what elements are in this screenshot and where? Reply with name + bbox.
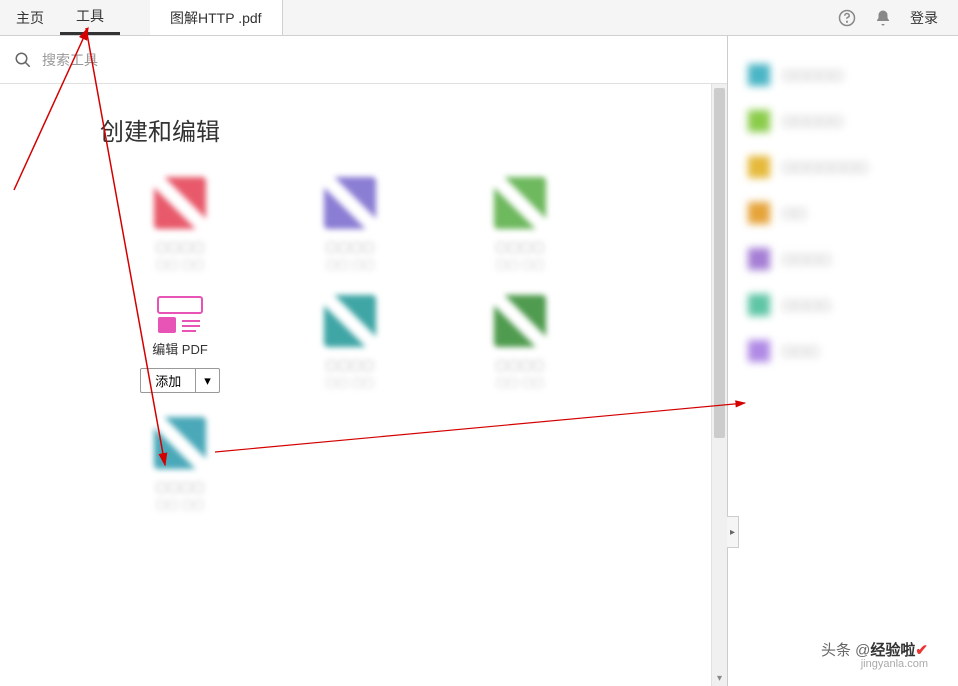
add-button[interactable]: 添加 (141, 369, 196, 392)
sidebar-item[interactable]: ▢▢▢ (748, 340, 938, 362)
notifications-icon[interactable] (874, 9, 892, 27)
sidebar-item[interactable]: ▢▢▢▢ (748, 294, 938, 316)
left-area: 创建和编辑 ▢▢▢▢ ▢▢ ▢▢ ▢▢▢▢ ▢▢ ▢▢ ▢▢▢▢ ▢▢ ▢▢ (0, 36, 728, 686)
search-icon (14, 51, 32, 69)
chevron-right-icon: ▸ (730, 527, 735, 538)
tool-label: 编辑 PDF (152, 339, 208, 358)
right-panel: ▸ ▢▢▢▢▢ ▢▢▢▢▢ ▢▢▢▢▢▢▢ ▢▢ ▢▢▢▢ ▢▢▢▢ ▢▢▢ (728, 36, 958, 686)
header-right: 登录 (838, 0, 958, 35)
tool-grid: ▢▢▢▢ ▢▢ ▢▢ ▢▢▢▢ ▢▢ ▢▢ ▢▢▢▢ ▢▢ ▢▢ (100, 177, 687, 511)
watermark: 头条 @经验啦✔ jingyanla.com (821, 639, 928, 670)
tool-item[interactable]: ▢▢▢▢ ▢▢ ▢▢ (100, 177, 260, 271)
tool-item[interactable]: ▢▢▢▢ ▢▢ ▢▢ (270, 177, 430, 271)
top-bar: 主页 工具 图解HTTP .pdf 登录 (0, 0, 958, 36)
scrollbar-thumb[interactable] (714, 88, 725, 438)
search-input[interactable] (42, 52, 713, 68)
tab-document[interactable]: 图解HTTP .pdf (150, 0, 283, 35)
chevron-down-icon: ▾ (204, 373, 211, 389)
sidebar-item[interactable]: ▢▢▢▢▢ (748, 64, 938, 86)
collapse-handle[interactable]: ▸ (727, 516, 739, 548)
tool-edit-pdf[interactable]: 编辑 PDF 添加 ▾ (100, 295, 260, 393)
tool-item[interactable]: ▢▢▢▢ ▢▢ ▢▢ (270, 295, 430, 393)
add-dropdown[interactable]: ▾ (196, 369, 219, 392)
sidebar-item[interactable]: ▢▢ (748, 202, 938, 224)
search-bar (0, 36, 727, 84)
scrollbar[interactable]: ▴ ▾ (711, 84, 727, 686)
tool-item[interactable]: ▢▢▢▢ ▢▢ ▢▢ (100, 417, 260, 511)
tool-item[interactable]: ▢▢▢▢ ▢▢ ▢▢ (440, 295, 600, 393)
sidebar-item[interactable]: ▢▢▢▢ (748, 248, 938, 270)
tool-item[interactable]: ▢▢▢▢ ▢▢ ▢▢ (440, 177, 600, 271)
help-icon[interactable] (838, 9, 856, 27)
main: 创建和编辑 ▢▢▢▢ ▢▢ ▢▢ ▢▢▢▢ ▢▢ ▢▢ ▢▢▢▢ ▢▢ ▢▢ (0, 36, 958, 686)
login-link[interactable]: 登录 (910, 8, 938, 28)
edit-pdf-icon (156, 295, 204, 335)
add-button-group: 添加 ▾ (140, 368, 220, 393)
tab-home[interactable]: 主页 (0, 0, 60, 35)
content-area: 创建和编辑 ▢▢▢▢ ▢▢ ▢▢ ▢▢▢▢ ▢▢ ▢▢ ▢▢▢▢ ▢▢ ▢▢ (0, 84, 727, 686)
section-title: 创建和编辑 (100, 112, 687, 147)
tab-tools[interactable]: 工具 (60, 0, 120, 35)
scroll-down-icon[interactable]: ▾ (712, 670, 727, 686)
sidebar-item[interactable]: ▢▢▢▢▢▢▢ (748, 156, 938, 178)
sidebar-item[interactable]: ▢▢▢▢▢ (748, 110, 938, 132)
